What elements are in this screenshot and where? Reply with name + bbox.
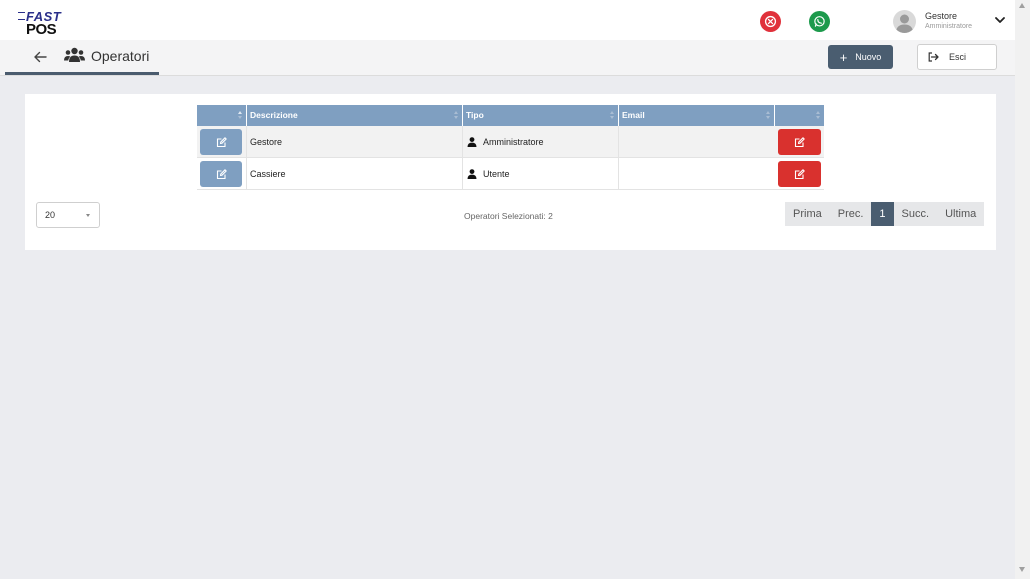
table-row[interactable]: Cassiere Utente — [197, 158, 824, 190]
whatsapp-button[interactable] — [809, 11, 830, 32]
fastpos-logo[interactable]: FAST POS — [18, 9, 64, 38]
close-circle-button[interactable] — [760, 11, 781, 32]
whatsapp-icon — [814, 16, 825, 27]
cell-descrizione: Gestore — [246, 126, 462, 158]
column-header-email[interactable]: Email — [618, 105, 774, 126]
table-header: Descrizione Tipo Email — [197, 105, 824, 126]
vertical-scrollbar[interactable] — [1015, 0, 1030, 579]
column-header-label: Email — [622, 110, 645, 120]
scroll-down-arrow-icon[interactable] — [1019, 567, 1025, 572]
user-avatar-icon — [896, 14, 913, 33]
column-header-label: Descrizione — [250, 110, 298, 120]
page-title: Operatori — [91, 48, 150, 64]
pagination-current-page[interactable]: 1 — [871, 202, 894, 226]
sort-icon — [610, 111, 614, 119]
pagination-prev[interactable]: Prec. — [829, 202, 872, 226]
cell-tipo: Utente — [462, 158, 618, 190]
chevron-down-icon[interactable] — [995, 16, 1005, 24]
top-bar: FAST POS Gestore Amministratore — [0, 0, 1015, 40]
action-button-red[interactable] — [778, 129, 821, 155]
edit-button[interactable] — [200, 161, 242, 187]
exit-button[interactable]: Esci — [917, 44, 997, 70]
plus-icon: + — [839, 49, 848, 65]
logo-speed-lines — [18, 12, 25, 20]
active-tab-indicator — [5, 72, 159, 75]
new-operator-button[interactable]: + Nuovo — [828, 45, 893, 69]
edit-icon — [216, 168, 227, 179]
close-circle-icon — [764, 15, 777, 28]
logo-pos-text: POS — [26, 21, 57, 38]
pagination: Prima Prec. 1 Succ. Ultima — [785, 202, 985, 226]
user-icon — [467, 137, 477, 147]
column-header-actions[interactable] — [197, 105, 246, 126]
cell-tipo-label: Utente — [483, 169, 510, 179]
page-size-value: 20 — [45, 210, 56, 220]
page-size-select[interactable]: 20 — [36, 202, 100, 228]
sort-icon — [238, 111, 242, 119]
pagination-last[interactable]: Ultima — [937, 202, 985, 226]
user-role: Amministratore — [925, 23, 973, 30]
table-row[interactable]: Gestore Amministratore — [197, 126, 824, 158]
pagination-first[interactable]: Prima — [785, 202, 830, 226]
cell-email — [618, 158, 774, 190]
selected-count-label: Operatori Selezionati: 2 — [464, 211, 553, 221]
column-header-tipo[interactable]: Tipo — [462, 105, 618, 126]
caret-down-icon — [86, 214, 90, 217]
scroll-up-arrow-icon[interactable] — [1019, 3, 1025, 8]
action-button-red[interactable] — [778, 161, 821, 187]
column-header-delete[interactable] — [774, 105, 824, 126]
users-group-icon — [64, 47, 85, 62]
sort-icon — [766, 111, 770, 119]
cell-tipo-label: Amministratore — [483, 137, 544, 147]
edit-icon — [794, 136, 805, 147]
edit-button[interactable] — [200, 129, 242, 155]
sign-out-icon — [928, 52, 939, 62]
cell-email — [618, 126, 774, 158]
exit-button-label: Esci — [949, 52, 967, 62]
cell-descrizione: Cassiere — [246, 158, 462, 190]
user-icon — [467, 169, 477, 179]
back-arrow-icon[interactable] — [33, 50, 47, 64]
column-header-descrizione[interactable]: Descrizione — [246, 105, 462, 126]
operators-card: Descrizione Tipo Email Gestore Amministr… — [25, 94, 996, 250]
pagination-next[interactable]: Succ. — [893, 202, 938, 226]
operators-table: Descrizione Tipo Email Gestore Amministr… — [197, 105, 824, 190]
edit-icon — [216, 136, 227, 147]
user-menu[interactable]: Gestore Amministratore — [893, 8, 1015, 36]
avatar — [893, 10, 916, 33]
page-header: Operatori + Nuovo Esci — [0, 40, 1015, 76]
cell-tipo: Amministratore — [462, 126, 618, 158]
column-header-label: Tipo — [466, 110, 484, 120]
sort-icon — [454, 111, 458, 119]
edit-icon — [794, 168, 805, 179]
sort-icon — [816, 111, 820, 119]
user-name: Gestore — [925, 11, 958, 21]
new-button-label: Nuovo — [855, 52, 882, 62]
